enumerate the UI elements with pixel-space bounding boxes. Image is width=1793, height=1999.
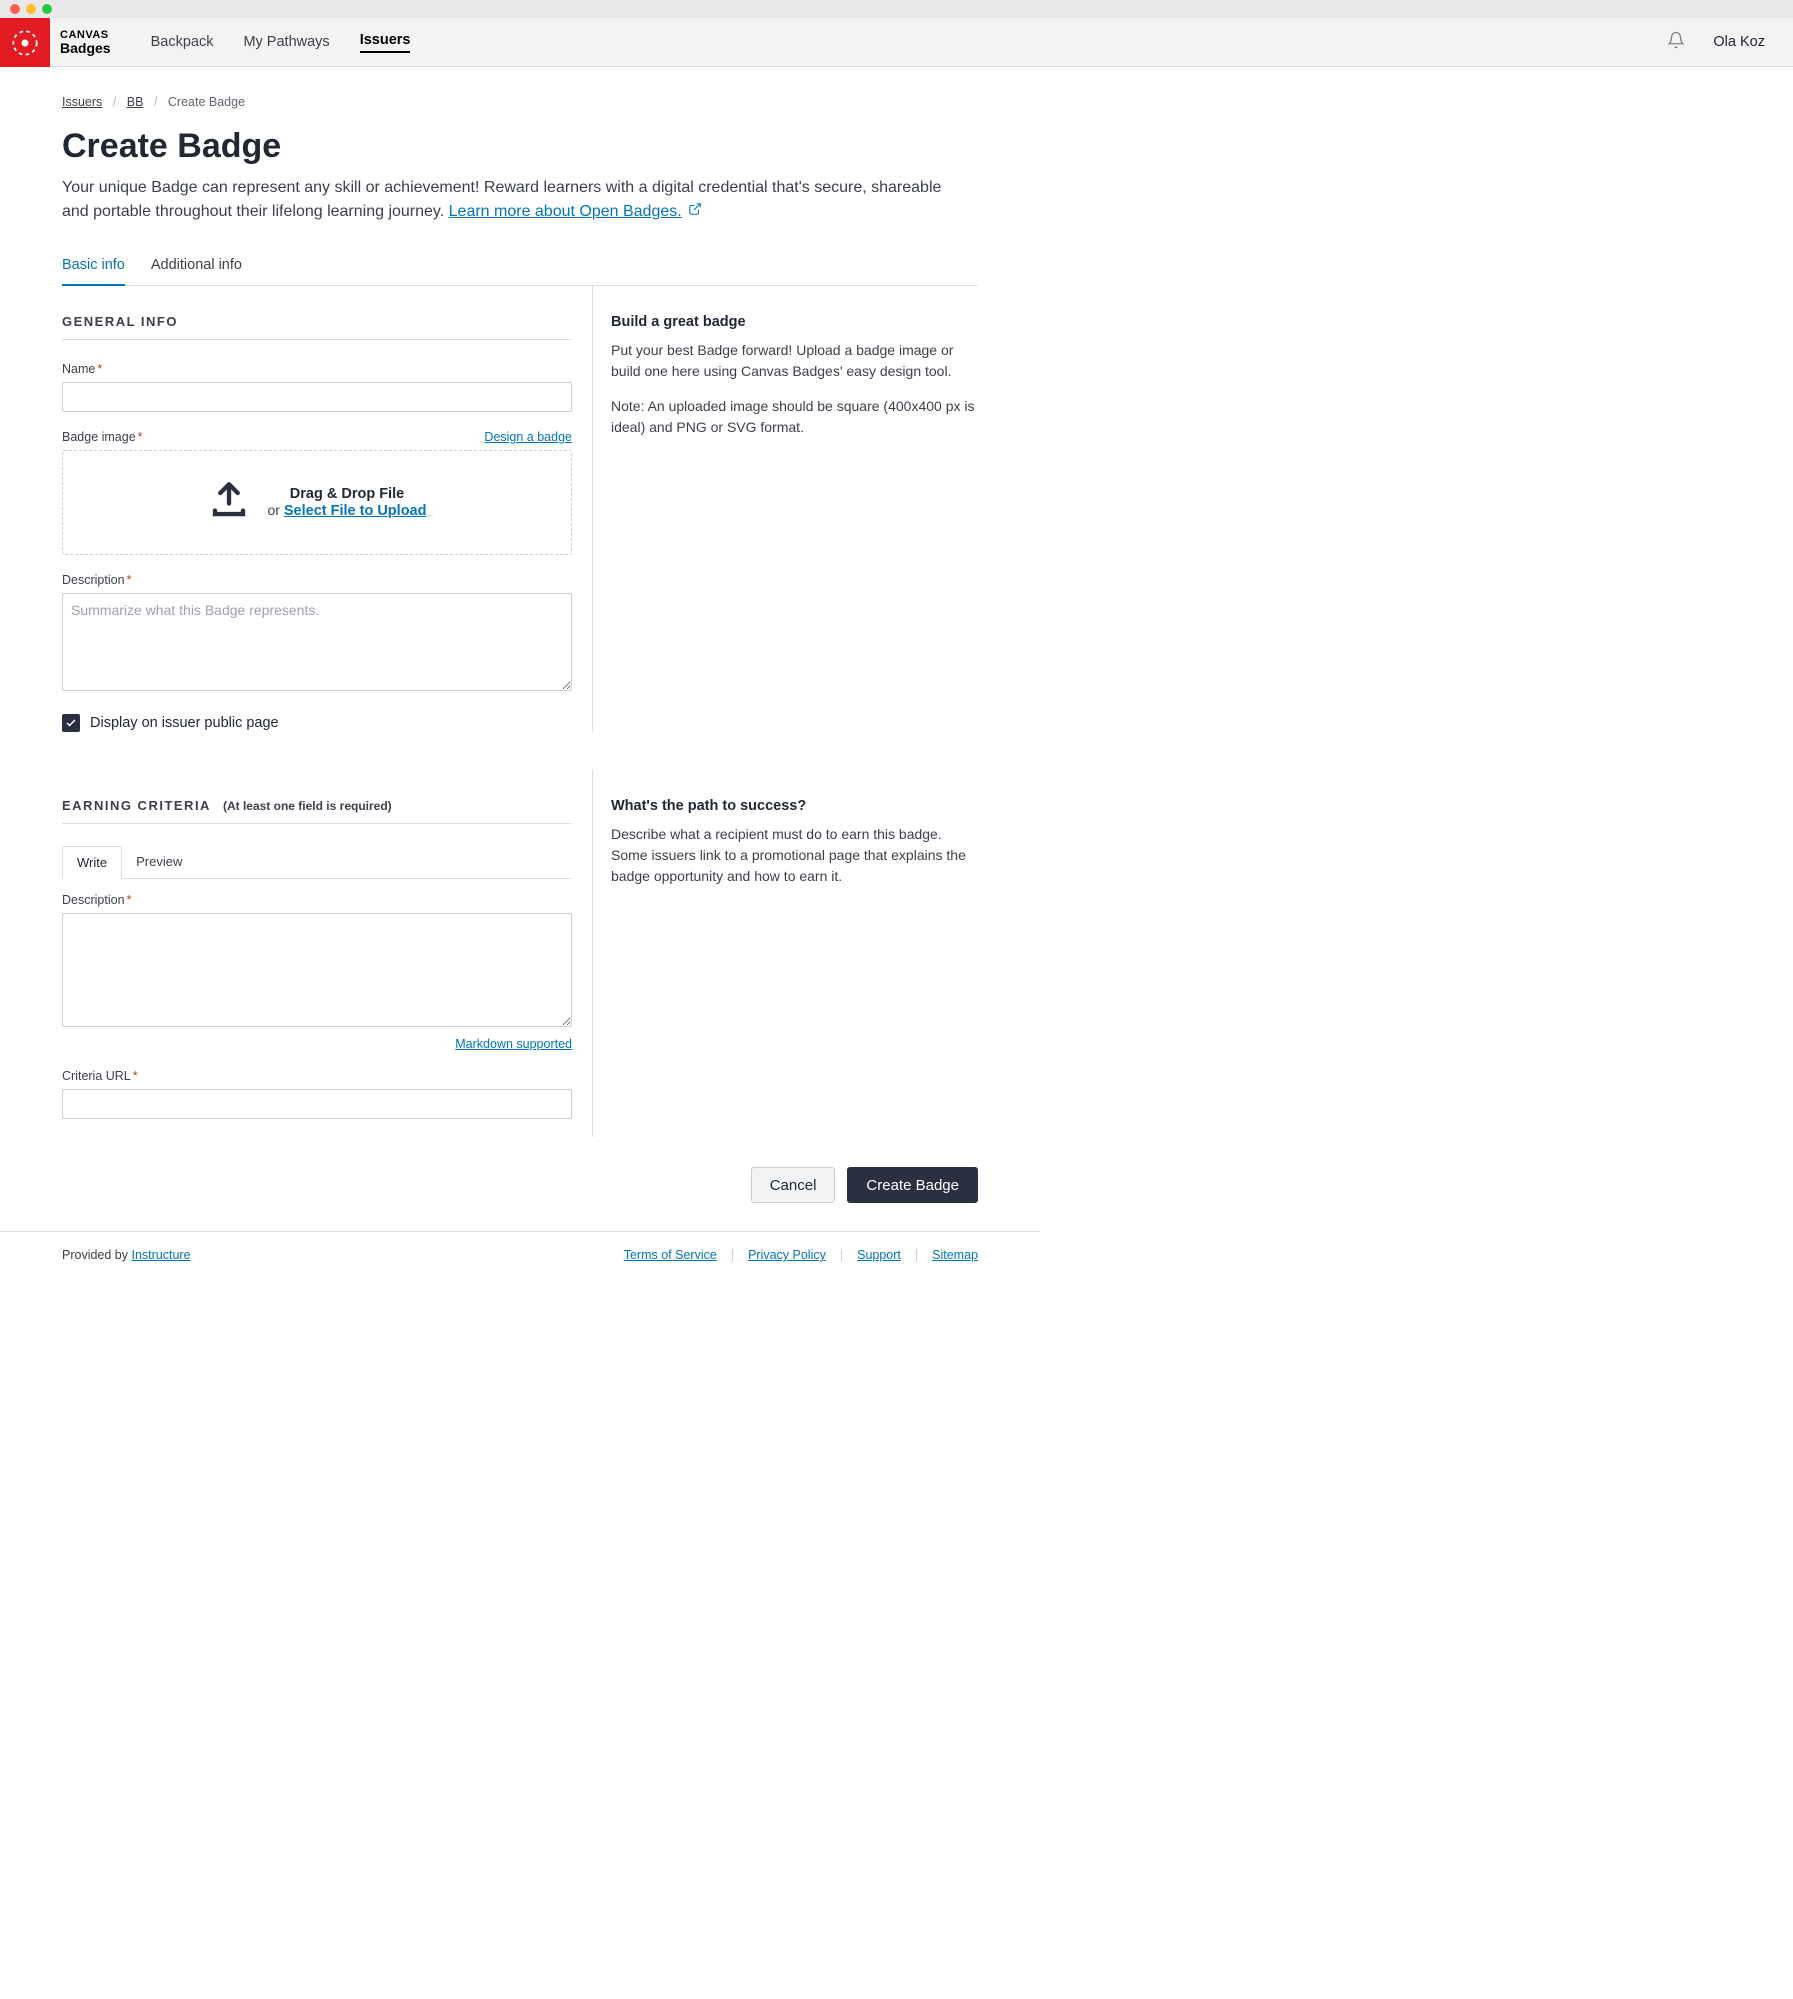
name-input[interactable]: [62, 382, 572, 412]
criteria-description-label: Description*: [62, 893, 572, 907]
nav-pathways[interactable]: My Pathways: [243, 34, 329, 50]
section-earning-note: (At least one field is required): [223, 799, 392, 813]
primary-nav: Backpack My Pathways Issuers: [121, 18, 411, 66]
brand-line2: Badges: [60, 41, 111, 55]
description-textarea[interactable]: [62, 593, 572, 691]
dropzone-text: Drag & Drop File or Select File to Uploa…: [268, 486, 427, 519]
instructure-link[interactable]: Instructure: [131, 1248, 190, 1262]
criteria-url-input[interactable]: [62, 1089, 572, 1119]
tab-additional-info[interactable]: Additional info: [151, 246, 242, 285]
criteria-subtabs: Write Preview: [62, 846, 572, 879]
breadcrumb: Issuers / BB / Create Badge: [62, 95, 978, 109]
cancel-button[interactable]: Cancel: [751, 1167, 836, 1203]
badge-image-label: Badge image*: [62, 430, 143, 444]
brand-logo-icon[interactable]: [0, 18, 50, 67]
divider: [62, 823, 572, 824]
aside-general-heading: Build a great badge: [611, 314, 978, 330]
subtab-preview[interactable]: Preview: [122, 846, 196, 878]
notifications-icon[interactable]: [1667, 31, 1685, 54]
form-actions: Cancel Create Badge: [62, 1147, 978, 1231]
markdown-supported-link[interactable]: Markdown supported: [455, 1037, 572, 1051]
brand-text: CANVAS Badges: [50, 18, 121, 66]
description-label: Description*: [62, 573, 572, 587]
section-earning-heading: EARNING CRITERIA: [62, 798, 211, 813]
footer-terms-link[interactable]: Terms of Service: [624, 1248, 717, 1262]
image-dropzone[interactable]: Drag & Drop File or Select File to Uploa…: [62, 450, 572, 555]
nav-issuers[interactable]: Issuers: [360, 32, 411, 53]
global-nav: CANVAS Badges Backpack My Pathways Issue…: [0, 18, 1793, 67]
page-subtitle: Your unique Badge can represent any skil…: [62, 176, 942, 224]
breadcrumb-bb[interactable]: BB: [127, 95, 144, 109]
nav-right: Ola Koz: [1667, 18, 1793, 66]
name-label: Name*: [62, 362, 572, 376]
display-public-label: Display on issuer public page: [90, 715, 279, 731]
brand-line1: CANVAS: [60, 30, 111, 41]
section-general-heading: GENERAL INFO: [62, 314, 572, 329]
window-zoom-icon[interactable]: [42, 4, 52, 14]
tab-basic-info[interactable]: Basic info: [62, 246, 125, 286]
window-minimize-icon[interactable]: [26, 4, 36, 14]
footer: Provided by Instructure Terms of Service…: [0, 1231, 1040, 1292]
aside-earning-heading: What's the path to success?: [611, 798, 978, 814]
dropzone-or: or: [268, 502, 284, 518]
select-file-link[interactable]: Select File to Upload: [284, 503, 427, 519]
footer-sitemap-link[interactable]: Sitemap: [932, 1248, 978, 1262]
footer-provided: Provided by Instructure: [62, 1248, 191, 1262]
breadcrumb-current: Create Badge: [168, 95, 245, 109]
design-badge-link[interactable]: Design a badge: [484, 430, 572, 444]
criteria-description-textarea[interactable]: [62, 913, 572, 1027]
breadcrumb-issuers[interactable]: Issuers: [62, 95, 102, 109]
footer-privacy-link[interactable]: Privacy Policy: [748, 1248, 826, 1262]
subtab-write[interactable]: Write: [62, 846, 122, 879]
upload-icon: [208, 479, 250, 526]
nav-backpack[interactable]: Backpack: [151, 34, 214, 50]
user-menu[interactable]: Ola Koz: [1713, 34, 1765, 50]
window-close-icon[interactable]: [10, 4, 20, 14]
dropzone-title: Drag & Drop File: [290, 486, 404, 502]
page-title: Create Badge: [62, 127, 978, 166]
footer-support-link[interactable]: Support: [857, 1248, 901, 1262]
aside-general-p1: Put your best Badge forward! Upload a ba…: [611, 340, 978, 382]
aside-general-p2: Note: An uploaded image should be square…: [611, 396, 978, 438]
learn-more-link[interactable]: Learn more about Open Badges.: [449, 203, 682, 220]
form-tabs: Basic info Additional info: [62, 246, 978, 286]
create-badge-button[interactable]: Create Badge: [847, 1167, 978, 1203]
aside-earning-p1: Describe what a recipient must do to ear…: [611, 824, 978, 887]
window-chrome: [0, 0, 1793, 18]
display-public-checkbox[interactable]: [62, 714, 80, 732]
criteria-url-label: Criteria URL*: [62, 1069, 572, 1083]
external-link-icon: [688, 200, 702, 224]
divider: [62, 339, 572, 340]
